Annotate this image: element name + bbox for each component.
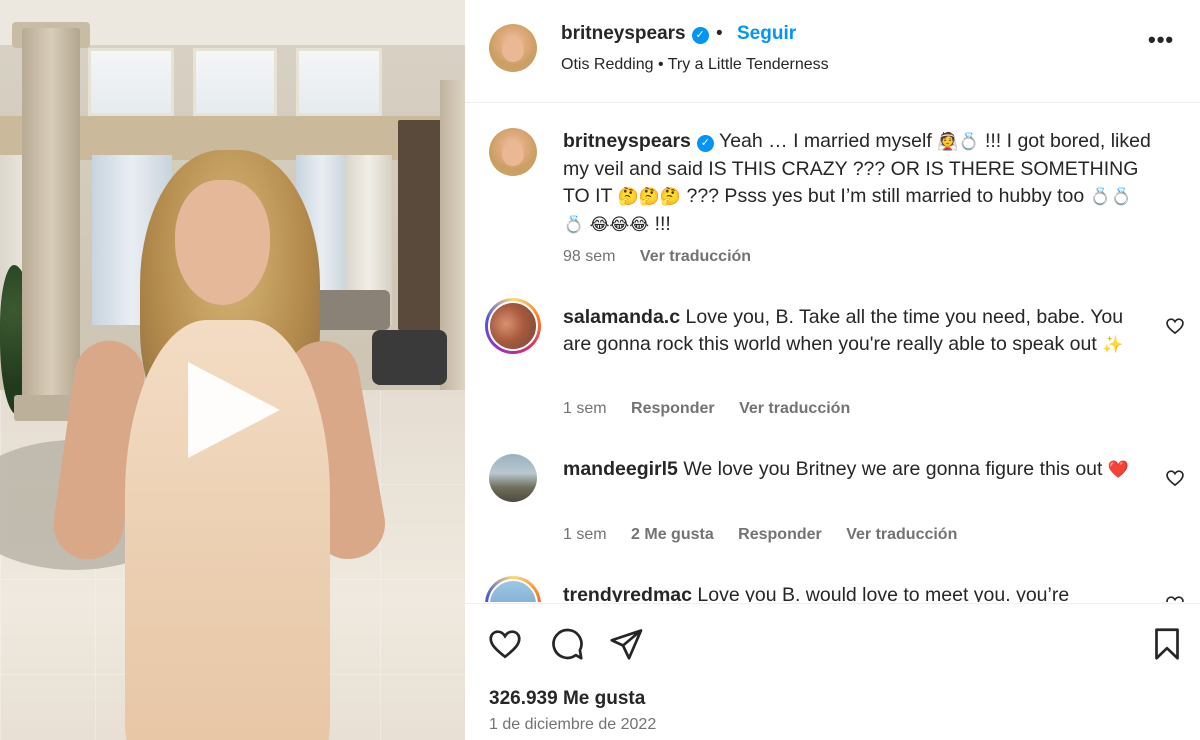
translate-link[interactable]: Ver traducción (846, 526, 957, 543)
avatar[interactable] (485, 298, 541, 354)
author-username-text[interactable]: britneyspears (561, 23, 686, 44)
emoji: ✨ (1102, 335, 1124, 355)
reply-button[interactable]: Responder (631, 400, 715, 417)
emoji: ❤️ (1107, 460, 1130, 480)
translate-link[interactable]: Ver traducción (739, 400, 850, 417)
scene-window (88, 48, 174, 116)
heart-icon[interactable] (1165, 594, 1185, 602)
bookmark-icon[interactable] (1149, 626, 1185, 662)
reply-button[interactable]: Responder (738, 526, 822, 543)
separator-dot: • (716, 23, 723, 44)
post-actions: 326.939 Me gusta 1 de diciembre de 2022 (465, 603, 1200, 740)
timestamp[interactable]: 1 sem (563, 400, 607, 417)
emoji: 👰💍 (937, 132, 980, 152)
avatar[interactable] (485, 576, 541, 602)
heart-icon[interactable] (487, 626, 523, 662)
heart-icon[interactable] (1165, 468, 1185, 488)
comment-text: mandeegirl5 We love you Britney we are g… (563, 456, 1153, 484)
translate-link[interactable]: Ver traducción (640, 248, 751, 265)
timestamp[interactable]: 1 sem (563, 526, 607, 543)
caption-text-part: !!! (654, 213, 671, 235)
post-side-panel: britneyspears ✓ • Seguir Otis Redding • T… (465, 0, 1200, 740)
comment-icon[interactable] (549, 626, 585, 662)
comment-text: salamanda.c Love you, B. Take all the ti… (563, 304, 1153, 359)
comment-username[interactable]: trendyredmac (563, 584, 692, 602)
emoji: 🤔🤔🤔 (617, 187, 682, 207)
comment-likes-count[interactable]: 2 Me gusta (631, 526, 714, 543)
comment-username[interactable]: mandeegirl5 (563, 458, 678, 480)
comment-meta: 1 sem Responder Ver traducción (563, 400, 870, 418)
post-date[interactable]: 1 de diciembre de 2022 (489, 716, 656, 734)
verified-badge-icon: ✓ (696, 135, 714, 152)
avatar-image (488, 301, 538, 351)
verified-badge-icon: ✓ (691, 27, 709, 44)
author-username[interactable]: britneyspears ✓ (561, 23, 709, 45)
follow-button[interactable]: Seguir (737, 23, 796, 45)
caption-username[interactable]: britneyspears (563, 130, 691, 152)
timestamp[interactable]: 98 sem (563, 248, 615, 265)
send-icon[interactable] (608, 626, 644, 662)
avatar-image (488, 579, 538, 602)
more-horizontal-icon[interactable]: ••• (1148, 29, 1178, 51)
caption-text-part: ??? Psss yes but I’m still married to hu… (686, 185, 1085, 207)
comment-body: Love you B. would love to meet you. you’… (697, 584, 1070, 602)
audio-track-link[interactable]: Otis Redding • Try a Little Tenderness (561, 56, 829, 74)
scene-window (193, 48, 277, 116)
avatar[interactable] (489, 24, 537, 72)
scene-chair (372, 330, 447, 385)
likes-count[interactable]: 326.939 Me gusta (489, 688, 645, 710)
comments-list[interactable]: britneyspears ✓ Yeah … I married myself 👰… (465, 104, 1200, 602)
comment-meta: 1 sem 2 Me gusta Responder Ver traducció… (563, 526, 977, 544)
caption-text: britneyspears ✓ Yeah … I married myself 👰… (563, 128, 1153, 239)
scene-pillar (22, 28, 80, 418)
caption-meta: 98 sem Ver traducción (563, 248, 771, 266)
scene-window (296, 48, 382, 116)
scene-person-face (175, 180, 270, 305)
comment-username[interactable]: salamanda.c (563, 306, 680, 328)
post-media-video[interactable] (0, 0, 465, 740)
avatar[interactable] (489, 454, 537, 502)
play-icon[interactable] (188, 362, 280, 458)
heart-icon[interactable] (1165, 316, 1185, 336)
comment-body: We love you Britney we are gonna figure … (683, 458, 1103, 480)
avatar[interactable] (489, 128, 537, 176)
caption-text-part: Yeah … I married myself (718, 130, 932, 152)
comment-text: trendyredmac Love you B. would love to m… (563, 582, 1153, 602)
post-header: britneyspears ✓ • Seguir Otis Redding • T… (465, 0, 1200, 103)
